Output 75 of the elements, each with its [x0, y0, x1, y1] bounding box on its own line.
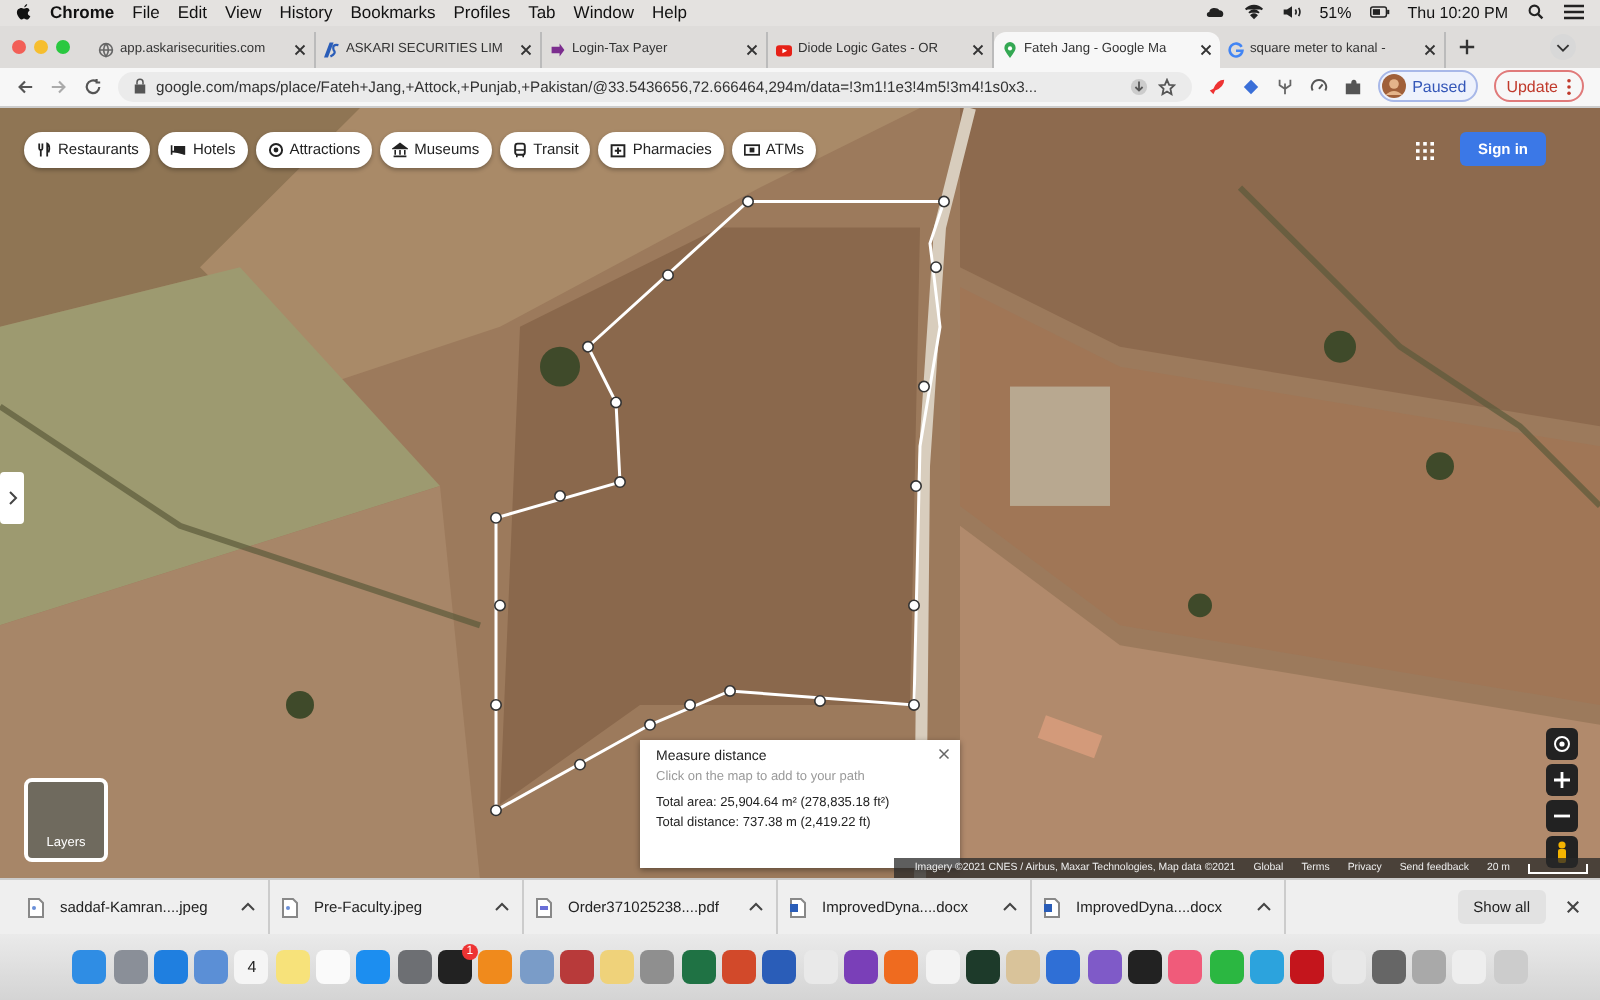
- volume-icon[interactable]: [1281, 4, 1302, 21]
- back-icon[interactable]: [16, 77, 34, 96]
- close-tab-icon[interactable]: [1424, 43, 1436, 56]
- caret-icon[interactable]: [1002, 902, 1018, 913]
- measure-path[interactable]: [490, 195, 950, 817]
- menu-item[interactable]: Tab: [528, 2, 556, 23]
- g-icon: [1228, 41, 1244, 58]
- logo-icon: [324, 41, 340, 58]
- scale-bar-icon: [1528, 863, 1588, 874]
- bus-icon: [511, 141, 528, 158]
- gauge-icon[interactable]: [1310, 77, 1329, 96]
- caret-icon[interactable]: [240, 902, 256, 913]
- menu-item[interactable]: Profiles: [453, 2, 511, 23]
- zoom-in-icon[interactable]: [1546, 763, 1578, 796]
- battery-icon[interactable]: [1369, 4, 1390, 21]
- caret-icon[interactable]: [494, 902, 510, 913]
- compound-drawing: [1010, 386, 1110, 506]
- close-tab-icon[interactable]: [746, 43, 758, 56]
- list-icon[interactable]: [1564, 4, 1584, 21]
- cloud-icon[interactable]: [1205, 4, 1226, 21]
- farmland-background[interactable]: [0, 107, 1600, 879]
- chevron-down-icon[interactable]: [1550, 33, 1576, 60]
- reload-icon[interactable]: [84, 77, 102, 96]
- pharmacy-icon: [610, 141, 627, 158]
- diamond-icon[interactable]: [1242, 77, 1261, 96]
- wifi-icon[interactable]: [1243, 4, 1264, 21]
- bed-icon: [170, 141, 187, 158]
- close-icon[interactable]: [1566, 900, 1580, 915]
- image-file-icon: [28, 897, 44, 918]
- play-icon: [776, 41, 792, 58]
- apple-icon[interactable]: [16, 2, 32, 23]
- document-icon: [790, 897, 806, 918]
- app-icon[interactable]: 4: [234, 950, 269, 985]
- clock[interactable]: Thu 10:20 PM: [1407, 3, 1508, 22]
- search-icon[interactable]: [1526, 4, 1546, 21]
- app-menu[interactable]: Chrome: [50, 2, 115, 23]
- menu-item[interactable]: View: [224, 2, 262, 23]
- fork-knife-icon: [36, 141, 52, 158]
- map-pin-icon: [1002, 41, 1018, 58]
- globe-icon: [98, 41, 114, 58]
- avatar-icon: [1382, 74, 1407, 99]
- lock-icon: [134, 78, 146, 95]
- more-icon[interactable]: [1566, 77, 1572, 96]
- pdf-file-icon: [536, 897, 552, 918]
- update-button[interactable]: Update: [1494, 70, 1584, 103]
- locate-icon[interactable]: [1546, 727, 1578, 760]
- new-tab-icon[interactable]: [1458, 37, 1476, 56]
- caret-icon[interactable]: [748, 902, 764, 913]
- download-icon[interactable]: [1130, 77, 1149, 96]
- expand-panel-icon[interactable]: [0, 471, 24, 524]
- apps-grid-icon[interactable]: [1416, 141, 1434, 160]
- menu-item[interactable]: Bookmarks: [350, 2, 436, 23]
- app-icon[interactable]: [1128, 950, 1163, 985]
- document-icon: [1044, 897, 1060, 918]
- zoom-out-icon[interactable]: [1546, 799, 1578, 832]
- close-icon[interactable]: [938, 747, 950, 760]
- fork-icon[interactable]: [1276, 77, 1295, 96]
- atm-icon: [743, 141, 760, 158]
- caret-icon[interactable]: [1256, 902, 1272, 913]
- menu-item[interactable]: Window: [573, 2, 635, 23]
- museum-icon: [392, 141, 409, 158]
- app-icon[interactable]: [965, 950, 1000, 985]
- battery-percent: 51%: [1319, 3, 1352, 22]
- image-file-icon: [282, 897, 298, 918]
- close-tab-icon[interactable]: [520, 43, 532, 56]
- camera-icon: [267, 141, 284, 158]
- menu-item[interactable]: File: [132, 2, 160, 23]
- star-icon[interactable]: [1158, 77, 1177, 96]
- close-tab-icon[interactable]: [294, 43, 306, 56]
- close-tab-icon[interactable]: [972, 43, 984, 56]
- profile-button[interactable]: Paused: [1378, 70, 1479, 103]
- close-tab-icon[interactable]: [1200, 43, 1212, 56]
- menu-item[interactable]: History: [279, 2, 333, 23]
- menu-item[interactable]: Edit: [177, 2, 207, 23]
- menu-item[interactable]: Help: [652, 2, 688, 23]
